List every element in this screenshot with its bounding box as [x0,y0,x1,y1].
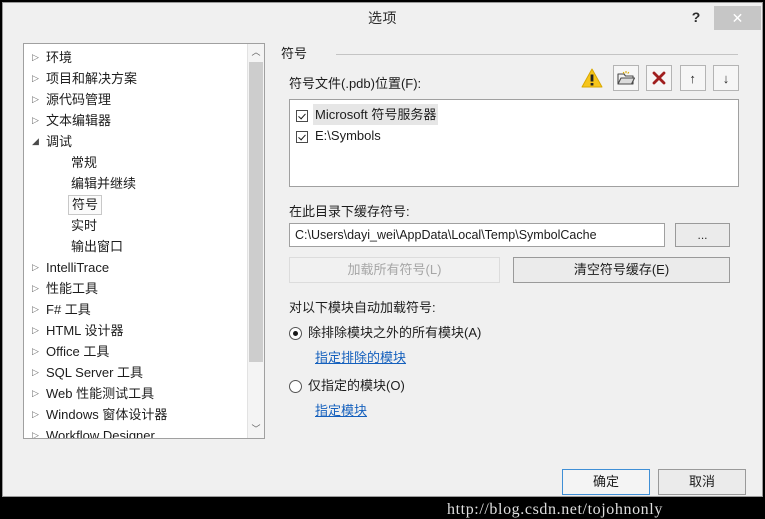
tree-item-label: Workflow Designer [46,428,155,439]
move-up-icon[interactable]: ↑ [679,65,706,91]
chevron-right-icon[interactable]: ▷ [32,362,46,383]
title-bar: 选项 ? ✕ [3,3,762,33]
tree-item-11[interactable]: ▷ 性能工具 [24,277,247,298]
symbol-locations-list[interactable]: Microsoft 符号服务器 E:\Symbols [289,99,739,187]
checkbox-checked-icon[interactable] [296,130,308,143]
tree-item-label: 环境 [46,50,73,66]
tree-item-label: 编辑并继续 [71,176,137,192]
tree-item-label: Web 性能测试工具 [46,386,155,402]
scroll-up-icon[interactable]: ︿ [248,44,264,61]
tree-item-4[interactable]: ◢ 调试 [24,130,247,151]
section-title: 符号 [281,46,308,61]
tree-item-12[interactable]: ▷ F# 工具 [24,298,247,319]
window-title: 选项 [368,10,397,26]
chevron-right-icon[interactable]: ▷ [32,383,46,404]
chevron-right-icon[interactable]: ▷ [32,425,46,438]
options-dialog: 选项 ? ✕ ▷ 环境 ▷ 项目和解决方案 ▷ 源代码管理 ▷ 文本编辑器 ◢ 调试 常规 编辑并继续… [2,2,763,518]
tree-item-3[interactable]: ▷ 文本编辑器 [24,109,247,130]
chevron-right-icon[interactable]: ▷ [32,341,46,362]
help-button[interactable]: ? [682,4,710,30]
radio-on-icon [289,327,302,341]
tree-item-label: IntelliTrace [46,260,110,276]
tree-item-18[interactable]: ▷ Workflow Designer [24,424,247,439]
clear-symbol-cache-button[interactable]: 清空符号缓存(E) [513,257,730,283]
ok-button[interactable]: 确定 [562,469,650,495]
radio-only-label: 仅指定的模块(O) [308,378,405,393]
tree-item-10[interactable]: ▷ IntelliTrace [24,256,247,277]
tree-item-label: 源代码管理 [46,92,112,108]
chevron-right-icon[interactable]: ▷ [32,320,46,341]
cancel-button[interactable]: 取消 [658,469,746,495]
specify-excluded-modules-link[interactable]: 指定排除的模块 [315,347,406,366]
load-all-symbols-button[interactable]: 加载所有符号(L) [289,257,500,283]
watermark-text: http://blog.csdn.net/tojohnonly [447,501,663,518]
tree-item-label: Windows 窗体设计器 [46,407,168,423]
scrollbar-thumb[interactable] [249,62,263,362]
chevron-right-icon[interactable]: ▷ [32,404,46,425]
tree-item-14[interactable]: ▷ Office 工具 [24,340,247,361]
tree-item-2[interactable]: ▷ 源代码管理 [24,88,247,109]
tree-item-15[interactable]: ▷ SQL Server 工具 [24,361,247,382]
cache-dir-label: 在此目录下缓存符号: [289,204,410,219]
tree-item-label: Office 工具 [46,344,110,360]
symbol-location-label: E:\Symbols [315,128,381,143]
tree-item-label: 项目和解决方案 [46,71,138,87]
tree-item-9[interactable]: 输出窗口 [24,235,247,256]
chevron-down-icon[interactable]: ◢ [32,131,46,152]
tree-item-13[interactable]: ▷ HTML 设计器 [24,319,247,340]
symbol-file-label: 符号文件(.pdb)位置(F): [289,76,422,91]
radio-only-specified[interactable]: 仅指定的模块(O) [289,375,405,394]
close-button[interactable]: ✕ [714,6,761,30]
symbols-pane: 符号 符号文件(.pdb)位置(F): ↑ ↓ Microsoft 符号服务器 … [281,43,750,439]
tree-item-8[interactable]: 实时 [24,214,247,235]
tree-item-label: SQL Server 工具 [46,365,144,381]
chevron-right-icon[interactable]: ▷ [32,89,46,110]
tree-item-7[interactable]: 符号 [24,193,247,215]
tree-item-16[interactable]: ▷ Web 性能测试工具 [24,382,247,403]
auto-load-label: 对以下模块自动加载符号: [289,300,436,315]
cache-dir-input[interactable] [289,223,665,247]
chevron-right-icon[interactable]: ▷ [32,278,46,299]
symbol-location-row[interactable]: Microsoft 符号服务器 [296,104,738,125]
radio-off-icon [289,380,302,394]
move-down-icon[interactable]: ↓ [713,65,739,91]
tree-item-5[interactable]: 常规 [24,151,247,172]
new-location-icon[interactable] [612,65,639,91]
section-divider [336,54,738,55]
options-tree[interactable]: ▷ 环境 ▷ 项目和解决方案 ▷ 源代码管理 ▷ 文本编辑器 ◢ 调试 常规 编辑并继续 符号 实时 输出窗… [23,43,265,439]
tree-item-label: 符号 [68,194,103,215]
symbol-location-label: Microsoft 符号服务器 [313,104,439,125]
tree-scrollbar[interactable]: ︿ ﹀ [247,44,264,438]
chevron-right-icon[interactable]: ▷ [32,257,46,278]
tree-item-0[interactable]: ▷ 环境 [24,46,247,67]
tree-item-label: HTML 设计器 [46,323,124,339]
radio-all-except-excluded[interactable]: 除排除模块之外的所有模块(A) [289,322,481,341]
chevron-right-icon[interactable]: ▷ [32,47,46,68]
dialog-body: ▷ 环境 ▷ 项目和解决方案 ▷ 源代码管理 ▷ 文本编辑器 ◢ 调试 常规 编辑并继续 符号 实时 输出窗… [3,33,762,518]
tree-item-17[interactable]: ▷ Windows 窗体设计器 [24,403,247,424]
chevron-right-icon[interactable]: ▷ [32,299,46,320]
chevron-right-icon[interactable]: ▷ [32,68,46,89]
radio-all-label: 除排除模块之外的所有模块(A) [308,325,482,340]
tree-item-label: 调试 [46,134,73,150]
tree-list: ▷ 环境 ▷ 项目和解决方案 ▷ 源代码管理 ▷ 文本编辑器 ◢ 调试 常规 编辑并继续 符号 实时 输出窗… [24,46,247,438]
tree-item-label: 常规 [71,155,98,171]
specify-modules-link[interactable]: 指定模块 [315,400,367,419]
delete-icon[interactable] [646,65,673,91]
warning-icon [578,65,606,91]
tree-item-label: 文本编辑器 [46,113,112,129]
tree-item-label: F# 工具 [46,302,91,318]
symbol-location-row[interactable]: E:\Symbols [296,125,738,146]
chevron-right-icon[interactable]: ▷ [32,110,46,131]
scroll-down-icon[interactable]: ﹀ [248,421,264,438]
tree-item-1[interactable]: ▷ 项目和解决方案 [24,67,247,88]
tree-item-6[interactable]: 编辑并继续 [24,172,247,193]
checkbox-checked-icon[interactable] [296,109,308,122]
symbol-toolbar: ↑ ↓ [578,65,739,93]
tree-item-label: 性能工具 [46,281,99,297]
browse-button[interactable]: ... [675,223,730,247]
tree-item-label: 实时 [71,218,98,234]
tree-item-label: 输出窗口 [71,239,124,255]
